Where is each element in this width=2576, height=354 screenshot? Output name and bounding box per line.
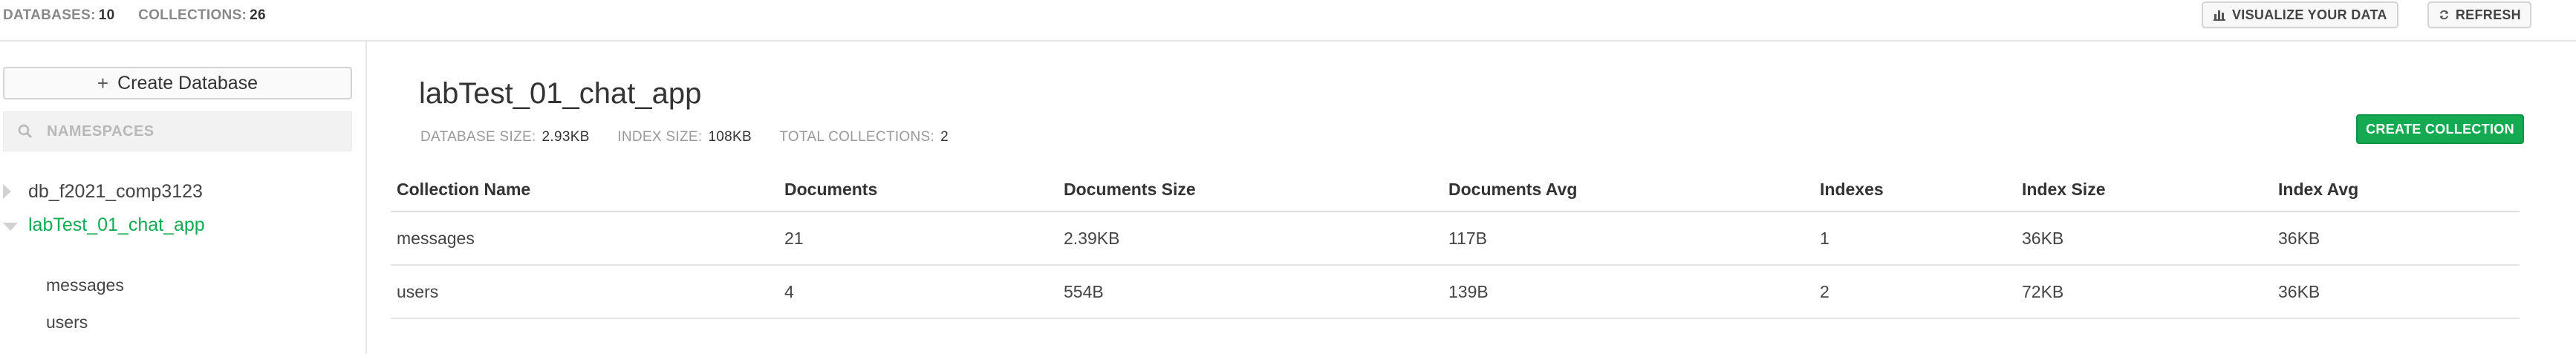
databases-count: 10 [98,7,115,23]
index-size-cell: 36KB [2016,212,2272,266]
create-collection-button[interactable]: CREATE COLLECTION [2356,114,2524,144]
index-size-value: 108KB [708,129,752,145]
sidebar-collection-users[interactable]: users [46,312,88,332]
total-collections-label: TOTAL COLLECTIONS: [779,129,935,145]
table-header-row: Collection Name Documents Documents Size… [391,168,2520,212]
database-name: labTest_01_chat_app [28,214,205,235]
namespace-search-input[interactable] [45,122,345,141]
db-size-label: DATABASE SIZE: [420,129,536,145]
documents-cell: 4 [778,265,1058,319]
sidebar-item-labtest-01-chat-app[interactable]: labTest_01_chat_app [0,210,357,240]
visualize-data-label: VISUALIZE YOUR DATA [2232,7,2387,22]
index-avg-cell: 36KB [2272,212,2520,266]
column-header-documents-avg[interactable]: Documents Avg [1443,168,1814,212]
collections-label: COLLECTIONS: [138,7,247,23]
table-row: users 4 554B 139B 2 72KB 36KB [391,265,2520,319]
documents-avg-cell: 139B [1443,265,1814,319]
search-icon [18,124,33,139]
column-header-documents[interactable]: Documents [778,168,1058,212]
index-avg-cell: 36KB [2272,265,2520,319]
databases-label: DATABASES: [3,7,96,23]
collection-link-messages[interactable]: messages [391,212,778,266]
column-header-index-avg[interactable]: Index Avg [2272,168,2520,212]
collection-link-users[interactable]: users [391,265,778,319]
sidebar-collection-messages[interactable]: messages [46,275,124,295]
expand-arrow-icon[interactable] [0,184,28,199]
db-size-value: 2.93KB [541,129,590,145]
indexes-cell: 2 [1814,265,2016,319]
total-collections-value: 2 [940,129,949,145]
top-bar: DATABASES: 10 COLLECTIONS: 26 VISUALIZE YO… [0,0,2576,42]
sidebar-item-db-f2021-comp3123[interactable]: db_f2021_comp3123 [0,177,357,206]
indexes-cell: 1 [1814,212,2016,266]
collections-table: Collection Name Documents Documents Size… [391,168,2520,319]
documents-avg-cell: 117B [1443,212,1814,266]
documents-cell: 21 [778,212,1058,266]
instance-stats: DATABASES: 10 COLLECTIONS: 26 [3,7,285,24]
index-size-label: INDEX SIZE: [617,129,703,145]
index-size-cell: 72KB [2016,265,2272,319]
collapse-arrow-icon[interactable] [0,220,28,231]
visualize-data-button[interactable]: VISUALIZE YOUR DATA [2202,1,2398,28]
database-name: db_f2021_comp3123 [28,180,203,202]
table-row: messages 21 2.39KB 117B 1 36KB 36KB [391,212,2520,266]
sidebar: + Create Database db_f2021_comp3123 labT… [0,42,367,354]
documents-size-cell: 554B [1058,265,1443,319]
collections-count: 26 [250,7,266,23]
main-content: labTest_01_chat_app DATABASE SIZE: 2.93KB… [368,42,2576,354]
column-header-indexes[interactable]: Indexes [1814,168,2016,212]
database-stats: DATABASE SIZE: 2.93KB INDEX SIZE: 108KB TO… [420,129,972,145]
bar-chart-icon [2214,10,2225,21]
namespace-filter [3,111,352,151]
refresh-icon [2439,10,2449,20]
column-header-index-size[interactable]: Index Size [2016,168,2272,212]
documents-size-cell: 2.39KB [1058,212,1443,266]
column-header-documents-size[interactable]: Documents Size [1058,168,1443,212]
create-database-label: Create Database [117,72,258,94]
page-title: labTest_01_chat_app [419,77,702,110]
column-header-collection-name[interactable]: Collection Name [391,168,778,212]
refresh-label: REFRESH [2455,7,2521,22]
plus-icon: + [97,71,109,94]
create-database-button[interactable]: + Create Database [3,67,352,99]
refresh-button[interactable]: REFRESH [2427,1,2531,28]
